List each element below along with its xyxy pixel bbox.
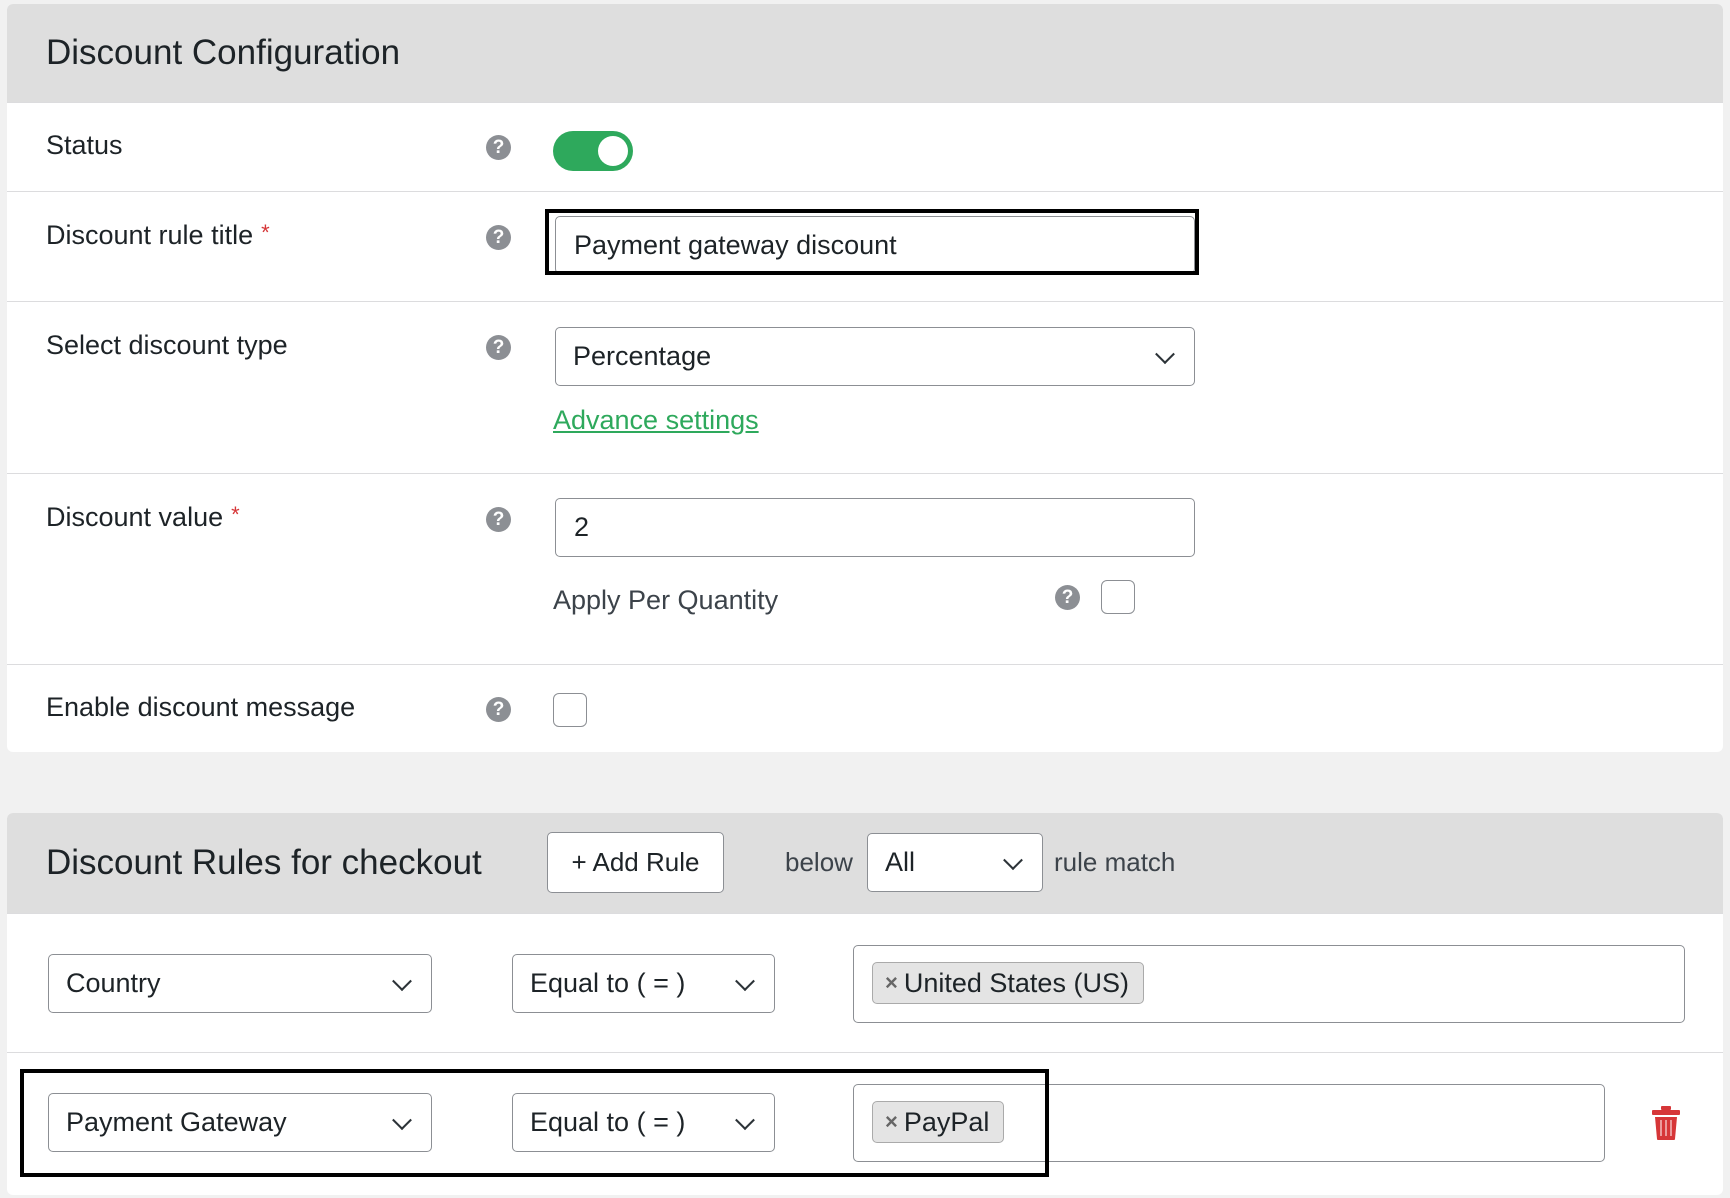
- discount-message-label: Enable discount message: [46, 692, 356, 722]
- help-icon[interactable]: ?: [486, 507, 511, 532]
- rule-operator-select[interactable]: Equal to ( = ): [512, 1093, 775, 1152]
- chevron-down-icon: [1155, 343, 1175, 364]
- tag-label: United States (US): [903, 967, 1129, 998]
- discount-rules-panel: Discount Rules for checkout + Add Rule b…: [7, 813, 1723, 1195]
- rule-operator-value: Equal to ( = ): [530, 1107, 686, 1137]
- required-asterisk: *: [261, 220, 270, 245]
- chevron-down-icon: [735, 970, 755, 991]
- apply-per-quantity-label: Apply Per Quantity: [553, 585, 779, 615]
- advance-settings-link[interactable]: Advance settings: [553, 405, 759, 436]
- trash-icon[interactable]: [1651, 1105, 1681, 1141]
- chevron-down-icon: [392, 970, 412, 991]
- apply-per-quantity-checkbox[interactable]: [1101, 580, 1135, 614]
- rules-header: Discount Rules for checkout + Add Rule b…: [7, 813, 1723, 913]
- discount-configuration-panel: Discount Configuration Status ? Discount…: [7, 4, 1723, 752]
- discount-type-row: Select discount type ? Percentage Advanc…: [7, 301, 1723, 473]
- discount-message-row: Enable discount message ?: [7, 664, 1723, 752]
- chevron-down-icon: [392, 1109, 412, 1130]
- rule-field-select[interactable]: Payment Gateway: [48, 1093, 432, 1152]
- help-icon[interactable]: ?: [486, 335, 511, 360]
- rule-row: Payment Gateway Equal to ( = ) × PayPal: [7, 1052, 1723, 1194]
- status-toggle[interactable]: [553, 131, 633, 171]
- rule-field-value: Country: [66, 968, 161, 998]
- rule-match-select[interactable]: All: [867, 833, 1043, 892]
- rule-title-row: Discount rule title * ? Payment gateway d…: [7, 191, 1723, 301]
- selected-tag: × United States (US): [872, 962, 1144, 1004]
- chevron-down-icon: [1003, 849, 1023, 870]
- add-rule-button[interactable]: + Add Rule: [547, 832, 724, 893]
- help-icon[interactable]: ?: [486, 697, 511, 722]
- below-text: below: [785, 847, 853, 877]
- rule-field-select[interactable]: Country: [48, 954, 432, 1013]
- discount-type-select[interactable]: Percentage: [555, 327, 1195, 386]
- tag-label: PayPal: [903, 1106, 990, 1137]
- rule-match-value: All: [885, 847, 916, 877]
- discount-type-label: Select discount type: [46, 330, 288, 360]
- rule-row: Country Equal to ( = ) × United States (…: [7, 913, 1723, 1052]
- remove-tag-icon[interactable]: ×: [885, 1109, 898, 1135]
- status-row: Status ?: [7, 102, 1723, 191]
- remove-tag-icon[interactable]: ×: [885, 970, 898, 996]
- discount-value-row: Discount value * ? 2 Apply Per Quantity ?: [7, 473, 1723, 664]
- rule-operator-value: Equal to ( = ): [530, 968, 686, 998]
- discount-message-checkbox[interactable]: [553, 693, 587, 727]
- status-label: Status: [46, 130, 123, 160]
- rule-operator-select[interactable]: Equal to ( = ): [512, 954, 775, 1013]
- discount-type-value: Percentage: [573, 341, 712, 371]
- help-icon[interactable]: ?: [486, 135, 511, 160]
- rule-values-input[interactable]: × United States (US): [853, 945, 1685, 1023]
- selected-tag: × PayPal: [872, 1101, 1005, 1143]
- panel-title: Discount Configuration: [7, 4, 1723, 102]
- rule-field-value: Payment Gateway: [66, 1107, 287, 1137]
- discount-value-label: Discount value *: [46, 502, 240, 532]
- rule-title-input[interactable]: Payment gateway discount: [555, 216, 1195, 274]
- help-icon[interactable]: ?: [1055, 585, 1080, 610]
- help-icon[interactable]: ?: [486, 225, 511, 250]
- discount-value-input[interactable]: 2: [555, 498, 1195, 557]
- chevron-down-icon: [735, 1109, 755, 1130]
- required-asterisk: *: [231, 502, 240, 527]
- rule-title-label: Discount rule title *: [46, 220, 270, 250]
- rule-values-input[interactable]: × PayPal: [853, 1084, 1605, 1162]
- rule-match-text: rule match: [1054, 847, 1176, 877]
- rules-title: Discount Rules for checkout: [46, 843, 482, 882]
